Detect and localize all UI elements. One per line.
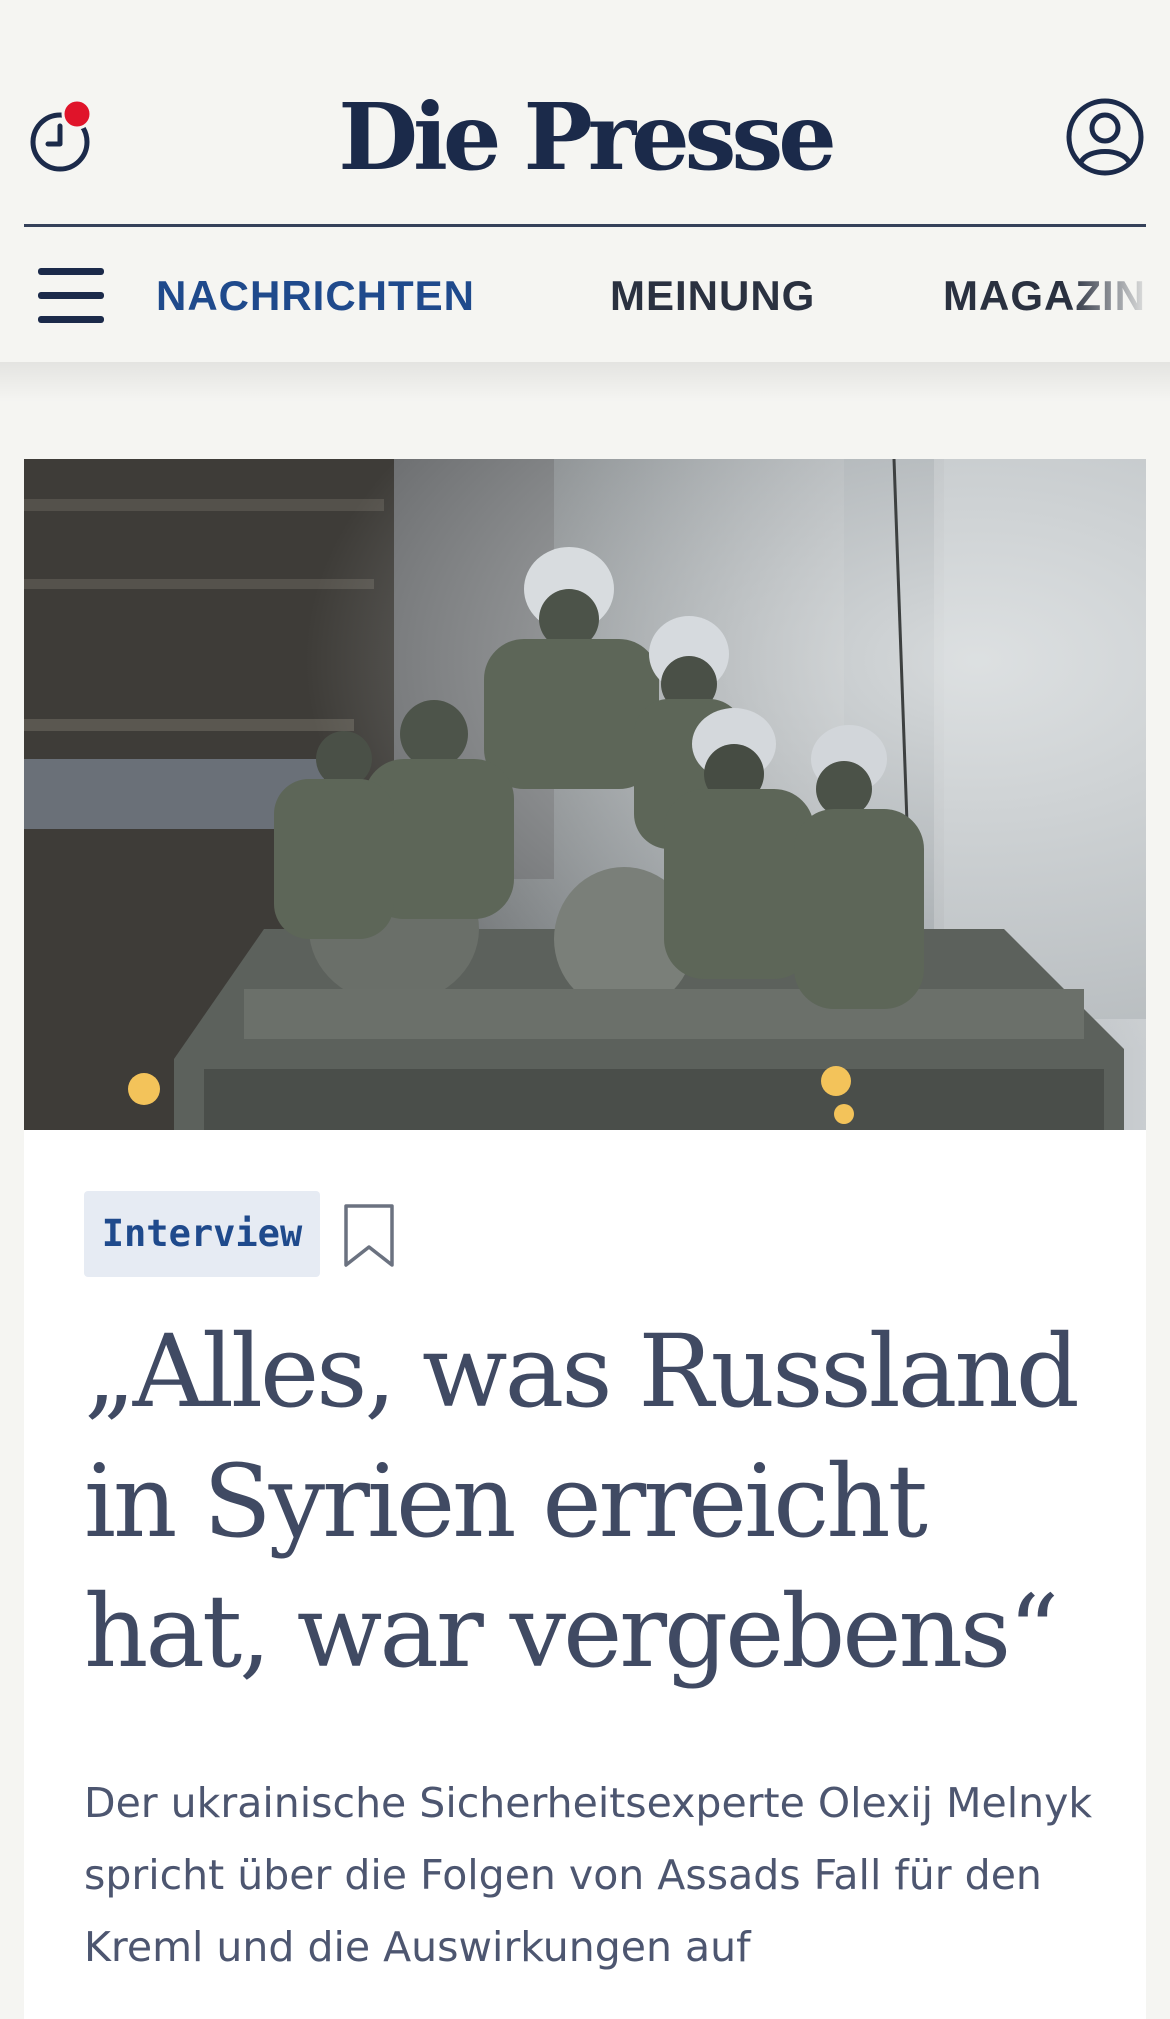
header-divider [24, 224, 1146, 227]
nav-item-meinung[interactable]: MEINUNG [610, 268, 815, 324]
article-lead: Der ukrainische Sicherheitsexperte Olexi… [84, 1779, 1093, 1971]
article-tag[interactable]: Interview [84, 1191, 320, 1277]
user-icon [1066, 98, 1144, 176]
bookmark-button[interactable] [342, 1203, 396, 1269]
bookmark-icon [344, 1204, 394, 1267]
article-headline[interactable]: „Alles, was Russland in Syrien erreicht … [84, 1307, 1104, 1697]
article-card[interactable]: Interview „Alles, was Russland in Syrien… [24, 459, 1146, 2019]
hero-photo[interactable] [24, 459, 1146, 1130]
site-header: Die Presse NACHRICHTEN MEINUNG MAGAZIN [0, 0, 1170, 364]
header-shadow [0, 362, 1170, 402]
site-logo[interactable]: Die Presse [0, 82, 1170, 192]
nav-scroll-fade [1070, 260, 1170, 332]
account-button[interactable] [1064, 96, 1146, 178]
hero-photo-image [24, 459, 1146, 1130]
section-nav: NACHRICHTEN MEINUNG MAGAZIN [0, 268, 1170, 324]
nav-item-nachrichten[interactable]: NACHRICHTEN [156, 268, 475, 324]
